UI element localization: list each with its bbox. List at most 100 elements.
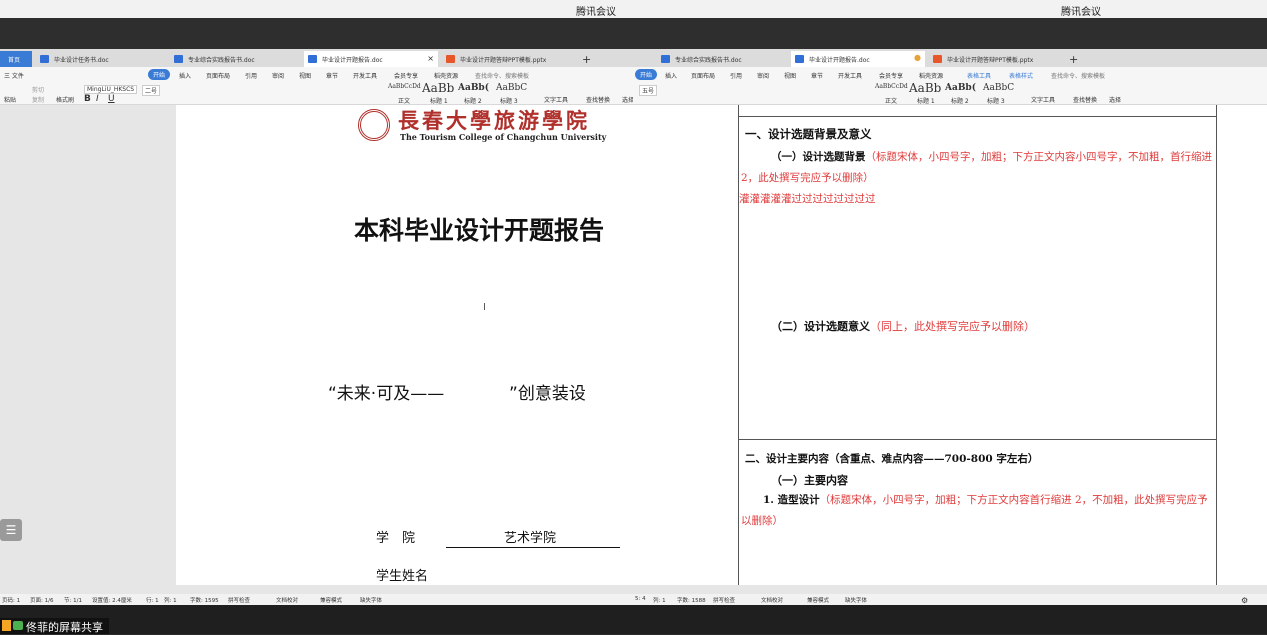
school-name-cn: 長春大學旅游學院 xyxy=(398,108,590,133)
copy-button[interactable]: 复制 xyxy=(32,95,44,104)
menu-review[interactable]: 审阅 xyxy=(757,71,769,80)
text-cursor-icon: I xyxy=(483,302,486,313)
menu-start[interactable]: 开始 xyxy=(148,69,171,80)
cut-button[interactable]: 剪切 xyxy=(32,85,44,94)
tab-proposal-report[interactable]: 毕业设计开题报告.doc ● xyxy=(791,51,925,67)
gear-icon[interactable]: ⚙ xyxy=(1241,596,1248,605)
doc-proofread-button[interactable]: 文档校对 xyxy=(761,596,783,604)
menu-view[interactable]: 视图 xyxy=(299,71,311,80)
compat-mode-label: 兼容模式 xyxy=(807,598,830,604)
menu-references[interactable]: 引用 xyxy=(730,71,742,80)
tab-proposal-report[interactable]: 毕业设计开题报告.doc × xyxy=(304,51,438,67)
left-tab-bar: 首页 毕业设计任务书.doc 专业综合实践报告书.doc 毕业设计开题报告.do… xyxy=(0,49,633,67)
menu-table-style[interactable]: 表格样式 xyxy=(1009,71,1033,80)
missing-fonts-button[interactable]: 缺失字体 xyxy=(845,596,867,604)
word-icon xyxy=(661,55,670,63)
style-gallery[interactable]: AaBbCcDd AaBb AaBb( AaBbC 正文 标题 1 标题 2 标… xyxy=(388,81,538,105)
section1-background-block: （一）设计选题背景（标题宋体，小四号字，加粗；下方正文内容小四号字，不加粗，首行… xyxy=(741,147,1217,189)
menu-docer[interactable]: 稻壳资源 xyxy=(919,71,943,80)
new-tab-button[interactable]: + xyxy=(576,49,597,66)
menu-table-tools[interactable]: 表格工具 xyxy=(967,71,991,80)
table-border-left xyxy=(738,105,739,585)
screen-share-indicator[interactable]: 佟菲的屏幕共享 xyxy=(0,618,109,634)
section2-title: 二、设计主要内容（含重点、难点内容——700-800 字左右） xyxy=(745,453,1039,465)
menu-layout[interactable]: 页面布局 xyxy=(691,71,715,80)
tab-task-book[interactable]: 毕业设计任务书.doc xyxy=(36,51,166,67)
tab-practice-report[interactable]: 专业综合实践报告书.doc xyxy=(170,51,300,67)
find-replace-button[interactable]: 查找替换 xyxy=(1073,95,1097,104)
right-menu-bar: 开始 插入 页面布局 引用 审阅 视图 章节 开发工具 会员专享 稻壳资源 表格… xyxy=(633,67,1267,82)
command-search[interactable]: 查找命令、搜索模板 xyxy=(1051,71,1105,80)
format-painter-button[interactable]: 格式刷 xyxy=(56,95,74,104)
right-toolbar: 五号 AaBbCcDd AaBb AaBb( AaBbC 正文 标题 1 标题 … xyxy=(633,81,1267,105)
menu-member[interactable]: 会员专享 xyxy=(879,71,903,80)
tab-label: 毕业设计开题报告.doc xyxy=(809,57,870,64)
project-subtitle: “未来·可及—— ”创意装设 xyxy=(328,384,586,404)
tab-label: 专业综合实践报告书.doc xyxy=(675,57,742,64)
text-tools-button[interactable]: 文字工具 xyxy=(1031,95,1055,104)
status-column: 列: 1 xyxy=(653,598,666,604)
right-wps-window: 专业综合实践报告书.doc 毕业设计开题报告.doc ● 毕业设计开题答辩PPT模… xyxy=(633,49,1267,605)
style-name-h1: 标题 1 xyxy=(917,98,935,105)
select-button[interactable]: 选择 xyxy=(1109,95,1121,104)
tab-ppt-template[interactable]: 毕业设计开题答辩PPT模板.pptx xyxy=(929,51,1059,67)
menu-docer[interactable]: 稻壳资源 xyxy=(434,71,458,80)
tab-ppt-template[interactable]: 毕业设计开题答辩PPT模板.pptx xyxy=(442,51,572,67)
status-word-count: 字数: 1595 xyxy=(190,598,219,604)
left-status-bar: 页码: 1 页面: 1/6 节: 1/1 设置值: 2.4厘米 行: 1 列: … xyxy=(0,594,633,605)
font-size-select[interactable]: 二号 xyxy=(142,85,161,96)
menu-developer[interactable]: 开发工具 xyxy=(838,71,862,80)
style-name-h1: 标题 1 xyxy=(430,98,448,105)
menu-member[interactable]: 会员专享 xyxy=(394,71,418,80)
spell-check-toggle[interactable]: 拼写检查 xyxy=(713,596,735,604)
menu-view[interactable]: 视图 xyxy=(784,71,796,80)
left-page[interactable]: 長春大學旅游學院 The Tourism College of Changchu… xyxy=(176,105,633,585)
university-seal-icon xyxy=(358,109,390,141)
right-page[interactable]: 一、设计选题背景及意义 （一）设计选题背景（标题宋体，小四号字，加粗；下方正文内… xyxy=(633,105,1267,585)
menu-developer[interactable]: 开发工具 xyxy=(353,71,377,80)
doc-proofread-button[interactable]: 文档校对 xyxy=(276,596,298,604)
menu-references[interactable]: 引用 xyxy=(245,71,257,80)
style-name-normal: 正文 xyxy=(885,98,898,105)
tab-practice-report[interactable]: 专业综合实践报告书.doc xyxy=(657,51,787,67)
menu-chapter[interactable]: 章节 xyxy=(811,71,823,80)
italic-button[interactable]: I xyxy=(96,94,99,104)
bold-button[interactable]: B xyxy=(84,94,91,104)
style-name-h2: 标题 2 xyxy=(464,98,482,105)
missing-fonts-button[interactable]: 缺失字体 xyxy=(360,596,382,604)
list-icon[interactable]: ☰ xyxy=(0,519,22,541)
close-icon[interactable]: × xyxy=(427,54,434,63)
menu-layout[interactable]: 页面布局 xyxy=(206,71,230,80)
status-page-number: 页码: 1 xyxy=(2,598,21,604)
spell-check-toggle[interactable]: 拼写检查 xyxy=(228,596,250,604)
college-label: 学 院 xyxy=(376,531,416,546)
section1-significance-line: （二）设计选题意义（同上，此处撰写完应予以删除） xyxy=(771,318,1035,334)
menu-insert[interactable]: 插入 xyxy=(179,71,191,80)
word-icon xyxy=(795,55,804,63)
typed-body-text[interactable]: 灌灌灌灌灌过过过过过过过过 xyxy=(739,191,876,206)
menu-review[interactable]: 审阅 xyxy=(272,71,284,80)
style-preview-h2: AaBb( xyxy=(458,83,489,93)
text-tools-button[interactable]: 文字工具 xyxy=(544,95,568,104)
word-icon xyxy=(174,55,183,63)
find-replace-button[interactable]: 查找替换 xyxy=(586,95,610,104)
menu-chapter[interactable]: 章节 xyxy=(326,71,338,80)
tab-home[interactable]: 首页 xyxy=(0,51,32,67)
status-row: 行: 1 xyxy=(146,598,159,604)
menu-file[interactable]: 三 文件 xyxy=(4,71,24,80)
right-document-area: 一、设计选题背景及意义 （一）设计选题背景（标题宋体，小四号字，加粗；下方正文内… xyxy=(633,105,1267,594)
word-icon xyxy=(40,55,49,63)
command-search[interactable]: 查找命令、搜索模板 xyxy=(475,71,529,80)
status-section: 节: 1/1 xyxy=(64,598,82,604)
menu-start[interactable]: 开始 xyxy=(635,69,658,80)
font-size-select[interactable]: 五号 xyxy=(639,85,658,96)
underline-button[interactable]: U xyxy=(108,94,115,104)
menu-insert[interactable]: 插入 xyxy=(665,71,677,80)
font-select[interactable]: MingLiU_HKSCS xyxy=(84,85,138,94)
style-gallery[interactable]: AaBbCcDd AaBb AaBb( AaBbC 正文 标题 1 标题 2 标… xyxy=(875,81,1025,105)
paste-button[interactable]: 粘贴 xyxy=(4,95,16,104)
new-tab-button[interactable]: + xyxy=(1063,49,1084,66)
select-button[interactable]: 选择 xyxy=(622,95,633,104)
style-name-h3: 标题 3 xyxy=(500,98,518,105)
style-preview-h2: AaBb( xyxy=(945,83,976,93)
